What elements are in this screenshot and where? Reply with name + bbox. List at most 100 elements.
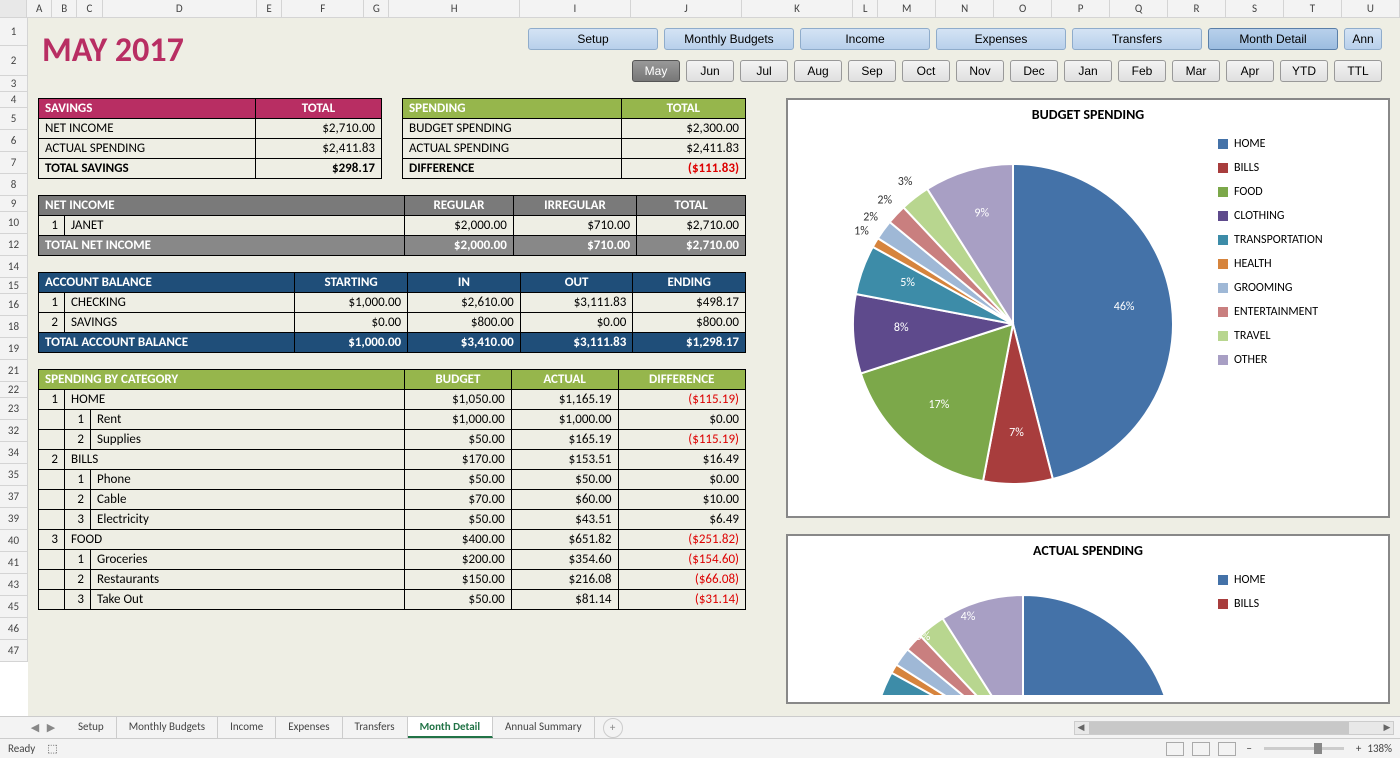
row-header[interactable]: 8 bbox=[0, 174, 27, 196]
row-header[interactable]: 41 bbox=[0, 552, 27, 574]
row-header[interactable]: 9 bbox=[0, 196, 27, 212]
column-header[interactable]: T bbox=[1284, 0, 1342, 17]
row-header[interactable]: 14 bbox=[0, 256, 27, 278]
row-header[interactable]: 35 bbox=[0, 464, 27, 486]
tab-next-icon[interactable]: ▶ bbox=[44, 721, 58, 734]
column-header[interactable]: Q bbox=[1110, 0, 1168, 17]
column-header[interactable]: K bbox=[742, 0, 853, 17]
sheet-tab-setup[interactable]: Setup bbox=[66, 717, 117, 738]
month-aug-button[interactable]: Aug bbox=[794, 60, 842, 82]
svg-text:5%: 5% bbox=[900, 276, 915, 290]
month-mar-button[interactable]: Mar bbox=[1172, 60, 1220, 82]
horizontal-scrollbar[interactable]: ◀ ▶ bbox=[1074, 721, 1394, 735]
row-header[interactable]: 39 bbox=[0, 508, 27, 530]
sheet-tab-annual-summary[interactable]: Annual Summary bbox=[493, 717, 595, 738]
month-jan-button[interactable]: Jan bbox=[1064, 60, 1112, 82]
row-header[interactable]: 45 bbox=[0, 596, 27, 618]
row-header[interactable]: 23 bbox=[0, 398, 27, 420]
month-jun-button[interactable]: Jun bbox=[686, 60, 734, 82]
row-header[interactable]: 18 bbox=[0, 316, 27, 338]
row-header[interactable]: 6 bbox=[0, 130, 27, 152]
scroll-right-icon[interactable]: ▶ bbox=[1381, 722, 1393, 733]
row-header[interactable]: 16 bbox=[0, 294, 27, 316]
zoom-out-button[interactable]: − bbox=[1246, 742, 1251, 755]
column-header[interactable]: G bbox=[364, 0, 389, 17]
row-header[interactable]: 4 bbox=[0, 92, 27, 108]
column-header[interactable]: A bbox=[27, 0, 52, 17]
row-header[interactable]: 22 bbox=[0, 382, 27, 398]
row-header[interactable]: 40 bbox=[0, 530, 27, 552]
scrollbar-thumb[interactable] bbox=[1089, 722, 1349, 734]
column-header[interactable]: D bbox=[103, 0, 258, 17]
row-header[interactable]: 37 bbox=[0, 486, 27, 508]
zoom-slider[interactable] bbox=[1264, 747, 1344, 750]
tab-prev-icon[interactable]: ◀ bbox=[28, 721, 42, 734]
row-header[interactable]: 15 bbox=[0, 278, 27, 294]
column-header[interactable]: B bbox=[52, 0, 77, 17]
row-header[interactable]: 10 bbox=[0, 212, 27, 234]
row-header[interactable]: 43 bbox=[0, 574, 27, 596]
column-header[interactable]: N bbox=[936, 0, 994, 17]
month-oct-button[interactable]: Oct bbox=[902, 60, 950, 82]
row-header[interactable]: 19 bbox=[0, 338, 27, 360]
column-header[interactable]: E bbox=[257, 0, 282, 17]
month-ytd-button[interactable]: YTD bbox=[1280, 60, 1328, 82]
column-header[interactable]: R bbox=[1168, 0, 1226, 17]
macro-record-icon[interactable]: ⬚ bbox=[47, 742, 57, 755]
row-header[interactable]: 3 bbox=[0, 76, 27, 92]
nav-expenses-button[interactable]: Expenses bbox=[936, 28, 1066, 50]
pie-chart-budget: 46%7%17%8%5%1%2%2%3%9% bbox=[788, 129, 1218, 509]
nav-transfers-button[interactable]: Transfers bbox=[1072, 28, 1202, 50]
month-jul-button[interactable]: Jul bbox=[740, 60, 788, 82]
column-header[interactable]: L bbox=[853, 0, 878, 17]
sheet-tab-transfers[interactable]: Transfers bbox=[343, 717, 408, 738]
row-header[interactable]: 46 bbox=[0, 618, 27, 640]
column-header[interactable]: H bbox=[389, 0, 519, 17]
month-may-button[interactable]: May bbox=[632, 60, 680, 82]
view-page-layout-icon[interactable] bbox=[1192, 742, 1210, 756]
column-header[interactable]: J bbox=[631, 0, 742, 17]
sheet-tab-monthly-budgets[interactable]: Monthly Budgets bbox=[117, 717, 218, 738]
scroll-left-icon[interactable]: ◀ bbox=[1075, 722, 1087, 733]
row-header[interactable]: 7 bbox=[0, 152, 27, 174]
column-header[interactable]: O bbox=[994, 0, 1052, 17]
month-dec-button[interactable]: Dec bbox=[1010, 60, 1058, 82]
nav-setup-button[interactable]: Setup bbox=[528, 28, 658, 50]
month-nov-button[interactable]: Nov bbox=[956, 60, 1004, 82]
row-header[interactable]: 12 bbox=[0, 234, 27, 256]
sheet-tab-expenses[interactable]: Expenses bbox=[276, 717, 342, 738]
legend-item: TRANSPORTATION bbox=[1218, 233, 1323, 247]
month-feb-button[interactable]: Feb bbox=[1118, 60, 1166, 82]
month-sep-button[interactable]: Sep bbox=[848, 60, 896, 82]
month-ttl-button[interactable]: TTL bbox=[1334, 60, 1382, 82]
row-header[interactable]: 21 bbox=[0, 360, 27, 382]
sheet-tab-income[interactable]: Income bbox=[218, 717, 276, 738]
row-header[interactable]: 32 bbox=[0, 420, 27, 442]
column-header[interactable]: P bbox=[1052, 0, 1110, 17]
view-normal-icon[interactable] bbox=[1166, 742, 1184, 756]
column-header[interactable]: M bbox=[878, 0, 936, 17]
zoom-in-button[interactable]: + bbox=[1356, 742, 1361, 755]
nav-ann-button[interactable]: Ann bbox=[1344, 28, 1382, 50]
view-page-break-icon[interactable] bbox=[1218, 742, 1236, 756]
nav-monthly-budgets-button[interactable]: Monthly Budgets bbox=[664, 28, 794, 50]
month-apr-button[interactable]: Apr bbox=[1226, 60, 1274, 82]
column-header[interactable]: U bbox=[1342, 0, 1400, 17]
column-header[interactable]: C bbox=[77, 0, 102, 17]
select-all-corner[interactable] bbox=[0, 0, 27, 17]
row-header[interactable]: 47 bbox=[0, 640, 27, 662]
row-header[interactable]: 5 bbox=[0, 108, 27, 130]
column-header[interactable]: F bbox=[282, 0, 364, 17]
tables-region: SAVINGSTOTAL NET INCOME$2,710.00 ACTUAL … bbox=[38, 98, 764, 610]
svg-text:46%: 46% bbox=[1114, 300, 1135, 314]
row-header[interactable]: 1 bbox=[0, 18, 27, 46]
row-header[interactable]: 2 bbox=[0, 46, 27, 76]
nav-month-detail-button[interactable]: Month Detail bbox=[1208, 28, 1338, 50]
row-header[interactable]: 34 bbox=[0, 442, 27, 464]
new-sheet-button[interactable]: + bbox=[603, 718, 623, 738]
column-header[interactable]: I bbox=[520, 0, 631, 17]
sheet-tab-month-detail[interactable]: Month Detail bbox=[408, 717, 493, 738]
nav-income-button[interactable]: Income bbox=[800, 28, 930, 50]
column-header[interactable]: S bbox=[1226, 0, 1284, 17]
table-row: 1Phone$50.00$50.00$0.00 bbox=[39, 470, 746, 490]
